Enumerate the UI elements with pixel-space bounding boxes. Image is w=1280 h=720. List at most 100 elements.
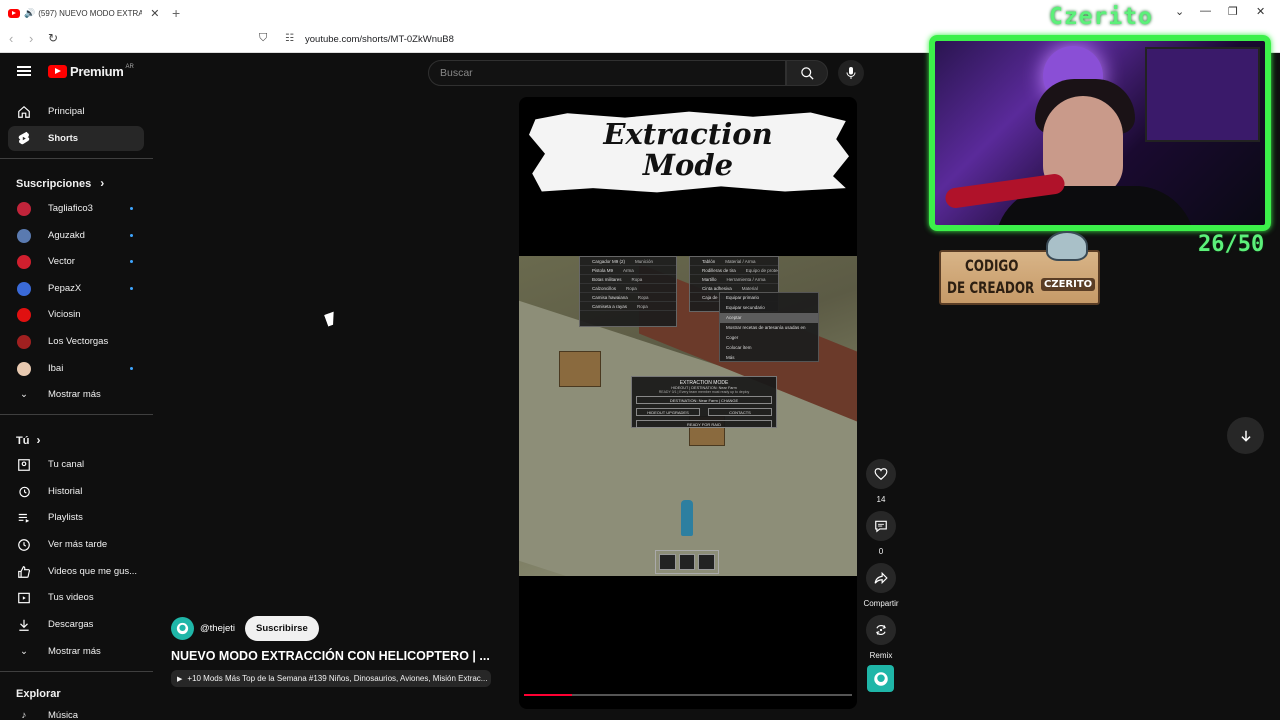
sidebar-item-subscription[interactable]: Vector [8,249,144,274]
maximize-icon[interactable]: ❐ [1228,5,1238,18]
sidebar-item-subscription[interactable]: PepazX [8,276,144,301]
you-header[interactable]: Tú › [16,433,41,447]
sidebar-item-show-more[interactable]: ⌄ Mostrar más [8,639,144,664]
youtube-favicon-icon [8,9,20,18]
remix-button[interactable]: Remix [862,615,900,660]
sidebar-item-label: Historial [48,486,83,497]
context-menu-item: Equipar secundario [726,305,765,310]
channel-avatar [17,281,31,296]
sidebar-item-music[interactable]: ♪ Música [8,703,144,720]
menu-icon[interactable] [17,66,31,76]
video-title[interactable]: NUEVO MODO EXTRACCIÓN CON HELICOPTERO | … [171,649,490,663]
share-label: Compartir [863,599,899,608]
thumbs-up-icon [18,565,31,578]
comment-icon [875,520,887,533]
playlists-icon [18,513,30,523]
shorts-video-player[interactable]: Extraction Mode Cargador M9 (2) Munición P… [519,97,857,709]
chevron-right-icon: › [100,176,105,190]
sidebar-item-show-more[interactable]: ⌄ Mostrar más [8,382,144,407]
country-code: AR [125,63,134,70]
sidebar-item-your-videos[interactable]: Tus videos [8,585,144,610]
inventory-row: Calzoncillos Ropa [580,284,676,293]
sidebar-item-liked-videos[interactable]: Videos que me gus... [8,559,144,584]
sidebar-item-label: Shorts [48,133,79,144]
sidebar-item-principal[interactable]: Principal [8,99,144,124]
channel-avatar [17,307,31,322]
search-button[interactable] [786,60,828,86]
logo-text: Premium [70,64,124,79]
sidebar-item-label: Viciosin [48,309,81,320]
sidebar-item-label: Principal [48,106,85,117]
arrow-down-icon [1240,430,1251,442]
sidebar-item-subscription[interactable]: Ibai [8,356,144,381]
reload-icon[interactable]: ↻ [48,31,58,45]
search-placeholder: Buscar [440,67,473,79]
sidebar-item-shorts[interactable]: Shorts [8,126,144,151]
url-field[interactable]: youtube.com/shorts/MT-0ZkWnuB8 [305,34,454,45]
sidebar-item-downloads[interactable]: Descargas [8,612,144,637]
player-character [681,500,693,536]
next-video-button[interactable] [1227,417,1264,454]
sidebar-item-your-channel[interactable]: Tu canal [8,452,144,477]
like-button[interactable]: 14 [862,459,900,504]
youtube-premium-logo[interactable]: Premium AR [48,64,134,79]
channel-avatar [17,361,31,376]
inventory-row: Pistola M9 Arma [580,266,676,275]
heart-icon [874,468,888,481]
sidebar-item-label: Mostrar más [48,389,101,400]
ready-for-raid-box: READY FOR RAID [636,420,772,428]
site-info-icon[interactable]: ☷ [285,33,294,44]
new-tab-button[interactable]: + [172,5,180,21]
play-icon: ▶ [177,675,183,683]
sidebar-item-label: Aguzakd [48,230,85,241]
creator-code-line2: DE CREADOR [947,278,1035,297]
sidebar-item-history[interactable]: Historial [8,479,144,504]
forward-icon[interactable]: › [29,31,33,46]
voice-search-button[interactable] [838,60,864,86]
new-content-dot [130,287,133,290]
inventory-row: Tablón Material / Arma [690,257,778,266]
new-content-dot [130,260,133,263]
video-progress-bar[interactable] [524,694,852,696]
playlist-chip[interactable]: ▶ +10 Mods Más Top de la Semana #139 Niño… [171,670,491,687]
tab-search-icon[interactable]: ⌄ [1175,5,1184,18]
inventory-row: Martillo Herramienta / Arma [690,275,778,284]
sidebar-item-playlists[interactable]: Playlists [8,505,144,530]
sidebar-item-subscription[interactable]: Tagliafico3 [8,196,144,221]
close-tab-icon[interactable]: ✕ [150,7,159,20]
audio-playing-icon[interactable]: 🔊 [24,8,35,19]
creator-code-line1: CODIGO [965,256,1019,275]
browser-tab[interactable]: 🔊 (597) NUEVO MODO EXTRACC ✕ [0,0,165,27]
subscribe-button[interactable]: Suscribirse [245,616,319,641]
sidebar-item-subscription[interactable]: Viciosin [8,302,144,327]
download-icon [19,619,29,631]
close-window-icon[interactable]: ✕ [1256,5,1265,18]
search-icon [800,66,814,80]
inventory-row: Rodilleras de tiraEquipo de protección [690,266,778,275]
context-menu-item: Equipar primario [726,295,760,300]
like-count: 14 [876,495,886,504]
comment-button[interactable]: 0 [862,511,900,556]
share-button[interactable]: Compartir [862,563,900,608]
hideout-upgrades-box: HIDEOUT UPGRADES [636,408,700,416]
sidebar-item-label: Ver más tarde [48,539,108,550]
inventory-row: Camiseta a rayas Ropa [580,302,676,311]
new-content-dot [130,234,133,237]
channel-handle[interactable]: @thejeti [200,623,235,634]
sidebar-item-watch-later[interactable]: Ver más tarde [8,532,144,557]
back-icon[interactable]: ‹ [9,31,13,46]
minimize-icon[interactable]: — [1200,5,1211,17]
search-input[interactable]: Buscar [428,60,786,86]
bookmark-icon[interactable]: ⛉ [259,32,267,45]
sidebar-item-subscription[interactable]: Aguzakd [8,223,144,248]
sidebar-item-label: Ibai [48,363,64,374]
channel-avatar[interactable] [171,617,194,640]
channel-thumbnail-button[interactable] [867,665,894,692]
sidebar-divider [0,414,153,415]
subscriptions-header[interactable]: Suscripciones › [16,176,104,190]
new-content-dot [130,367,133,370]
sidebar-item-label: Videos que me gus... [48,566,138,577]
streamer-name-overlay: Czerito [1049,4,1153,30]
extraction-mode-panel: EXTRACTION MODE HIDEOUT | DESTINATION: N… [631,376,777,428]
sidebar-item-subscription[interactable]: Los Vectorgas [8,329,144,354]
